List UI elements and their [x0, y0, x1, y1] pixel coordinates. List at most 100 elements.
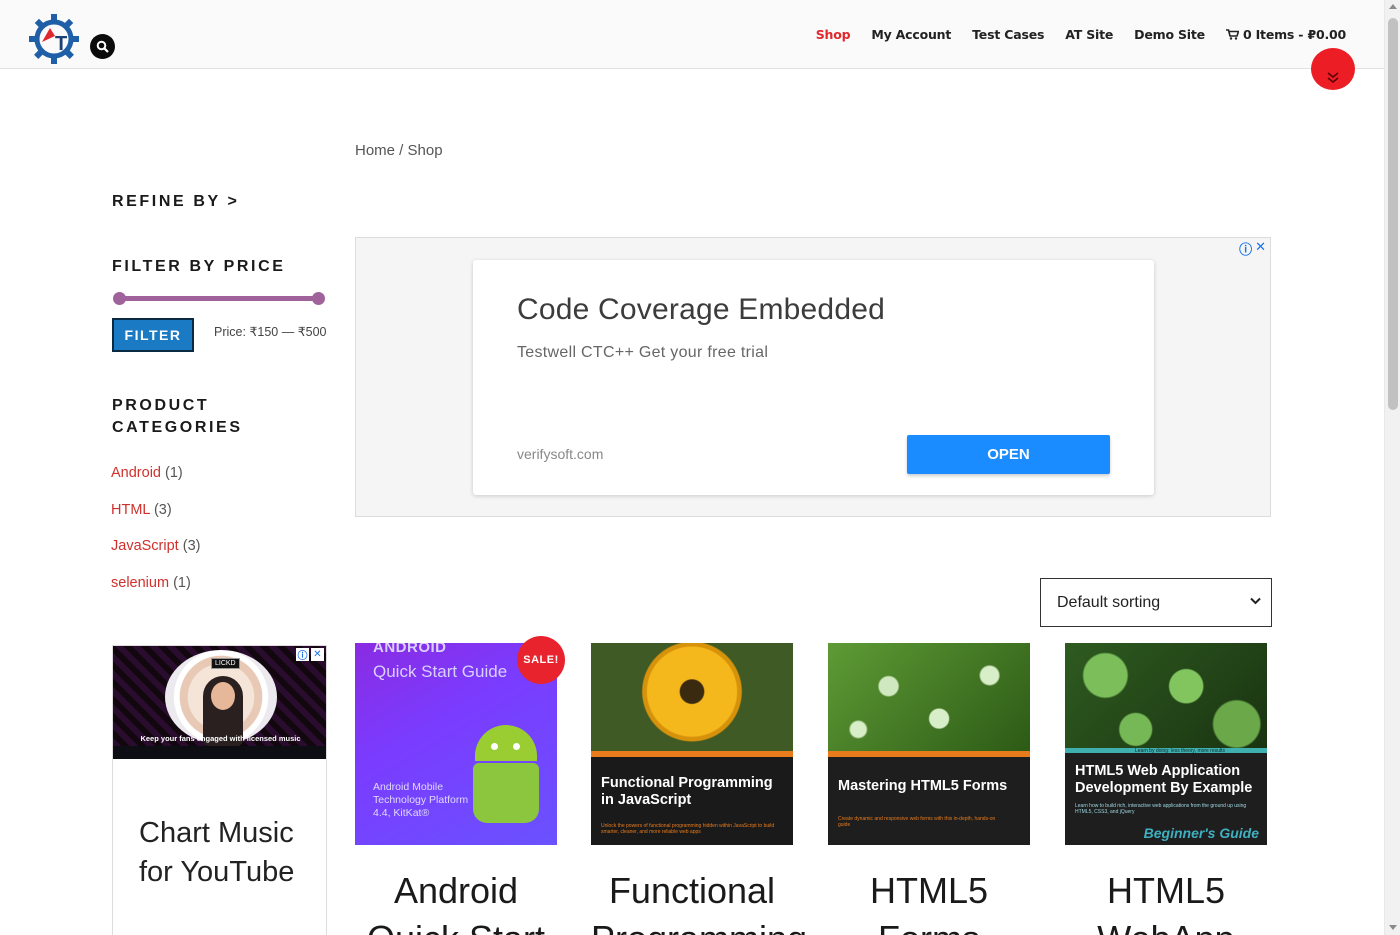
product-card[interactable]: Mastering HTML5 Forms Create dynamic and…: [828, 643, 1030, 935]
nav-shop[interactable]: Shop: [816, 27, 851, 42]
main-advertisement[interactable]: ⓘ ✕ Code Coverage Embedded Testwell CTC+…: [355, 237, 1271, 517]
product-image[interactable]: Mastering HTML5 Forms Create dynamic and…: [828, 643, 1030, 845]
filter-by-price-heading: FILTER BY PRICE: [112, 258, 286, 275]
category-link-android[interactable]: Android: [111, 465, 161, 481]
cover-description: Android Mobile Technology Platform 4.4, …: [373, 781, 469, 819]
page-scrollbar[interactable]: [1384, 0, 1400, 935]
price-min-handle[interactable]: [113, 292, 126, 305]
ad-choices: ⓘ ✕: [1239, 239, 1266, 258]
ad-choices: ⓘ ✕: [296, 648, 324, 662]
cover-description: Create dynamic and responsive web forms …: [838, 816, 996, 828]
main-nav: Shop My Account Test Cases AT Site Demo …: [816, 27, 1346, 42]
ad-info-icon[interactable]: ⓘ: [296, 648, 309, 662]
price-range-value: ₹150 — ₹500: [249, 325, 327, 339]
nav-at-site[interactable]: AT Site: [1065, 27, 1113, 42]
product-title-line2[interactable]: WebApp: [1065, 918, 1267, 935]
product-title[interactable]: Android: [355, 870, 557, 912]
category-link-html[interactable]: HTML: [111, 502, 150, 518]
cover-title: Functional Programming in JavaScript: [601, 775, 773, 808]
breadcrumb-current: Shop: [407, 142, 443, 159]
product-title[interactable]: HTML5: [828, 870, 1030, 912]
search-button[interactable]: [90, 34, 115, 59]
price-range-slider[interactable]: [113, 292, 325, 305]
nav-cart[interactable]: 0 Items - ₽0.00: [1225, 27, 1346, 42]
scroll-up-arrow[interactable]: [1389, 4, 1397, 9]
ad-info-icon[interactable]: ⓘ: [1239, 239, 1252, 258]
product-title[interactable]: HTML5: [1065, 870, 1267, 912]
cover-band: [591, 751, 793, 757]
ad-card[interactable]: Code Coverage Embedded Testwell CTC++ Ge…: [473, 260, 1154, 495]
ad-headline[interactable]: Code Coverage Embedded: [517, 293, 885, 327]
ad-close-icon[interactable]: ✕: [311, 648, 324, 661]
cover-guide-label: Beginner's Guide: [1143, 825, 1259, 841]
refine-by-heading[interactable]: REFINE BY >: [112, 191, 239, 213]
ad-title[interactable]: Chart Music for YouTube: [139, 814, 319, 892]
product-image[interactable]: Learn by doing: less theory, more result…: [1065, 643, 1267, 845]
product-title[interactable]: Functional: [591, 870, 793, 912]
search-icon: [96, 40, 109, 53]
cart-summary: 0 Items - ₽0.00: [1242, 27, 1346, 42]
breadcrumb-separator: /: [395, 142, 408, 159]
cover-description: Learn how to build rich, interactive web…: [1075, 803, 1247, 815]
product-image[interactable]: Functional Programming in JavaScript Unl…: [591, 643, 793, 845]
android-robot-head: [475, 725, 537, 761]
scroll-thumb[interactable]: [1388, 18, 1398, 410]
android-robot-body: [473, 763, 539, 823]
product-title-line2[interactable]: Programming: [591, 918, 807, 935]
breadcrumb: Home / Shop: [355, 142, 443, 159]
ad-person-face: [211, 682, 235, 710]
cover-title: Quick Start Guide: [373, 662, 508, 681]
product-card[interactable]: Learn by doing: less theory, more result…: [1065, 643, 1267, 935]
nav-test-cases[interactable]: Test Cases: [972, 27, 1044, 42]
filter-button[interactable]: FILTER: [112, 318, 194, 352]
category-count: (3): [153, 501, 172, 518]
category-count: (3): [182, 538, 201, 555]
breadcrumb-home[interactable]: Home: [355, 142, 395, 159]
sale-badge: SALE!: [517, 636, 565, 684]
category-link-selenium[interactable]: selenium: [111, 575, 169, 591]
product-title-line2[interactable]: Quick Start: [355, 918, 557, 935]
scroll-down-arrow[interactable]: [1389, 925, 1397, 930]
cover-title: Mastering HTML5 Forms: [838, 778, 1008, 794]
site-header: T Shop My Account Test Cases AT Site Dem…: [0, 0, 1384, 69]
category-link-javascript[interactable]: JavaScript: [111, 538, 179, 554]
site-logo[interactable]: T: [28, 12, 80, 64]
ad-image[interactable]: LICKD Keep your fans engaged with licens…: [113, 646, 326, 759]
price-prefix: Price:: [214, 325, 250, 339]
chevron-double-down-icon: [1327, 72, 1339, 83]
svg-text:T: T: [55, 33, 67, 55]
ad-brand-tag: LICKD: [211, 658, 240, 669]
cover-description: Unlock the powers of functional programm…: [601, 823, 775, 835]
price-max-handle[interactable]: [312, 292, 325, 305]
list-item: selenium (1): [111, 575, 200, 612]
sorting-selected: Default sorting: [1057, 593, 1161, 611]
price-range-label: Price: ₹150 — ₹500: [214, 324, 327, 339]
cover-band-text: Learn by doing: less theory, more result…: [1135, 748, 1225, 754]
sorting-select[interactable]: Default sorting: [1040, 578, 1272, 627]
category-count: (1): [165, 465, 183, 481]
list-item: JavaScript (3): [111, 538, 200, 575]
categories-heading-line2: CATEGORIES: [112, 419, 243, 436]
nav-my-account[interactable]: My Account: [871, 27, 951, 42]
nav-demo-site[interactable]: Demo Site: [1134, 27, 1205, 42]
product-title-line2[interactable]: Forms: [828, 918, 1030, 935]
lily-pads-photo: [1065, 643, 1267, 751]
ad-domain[interactable]: verifysoft.com: [517, 446, 603, 462]
category-list: Android (1) HTML (3) JavaScript (3) sele…: [111, 465, 200, 612]
ad-image-caption: Keep your fans engaged with licensed mus…: [140, 734, 301, 743]
water-drops-photo: [828, 643, 1030, 751]
ad-close-icon[interactable]: ✕: [1255, 239, 1266, 258]
category-count: (1): [173, 575, 191, 592]
cover-band: [828, 751, 1030, 757]
cover-title: HTML5 Web Application Development By Exa…: [1075, 763, 1253, 796]
logo-gear-icon: T: [29, 14, 79, 64]
list-item: Android (1): [111, 465, 200, 502]
product-card[interactable]: Functional Programming in JavaScript Unl…: [591, 643, 807, 935]
header-toggle-button[interactable]: [1311, 48, 1355, 90]
ad-description: Testwell CTC++ Get your free trial: [517, 344, 769, 361]
sunflower-photo: [591, 643, 793, 751]
ad-open-button[interactable]: OPEN: [907, 435, 1110, 474]
product-categories-heading: PRODUCT CATEGORIES: [112, 395, 243, 439]
sidebar-advertisement[interactable]: LICKD Keep your fans engaged with licens…: [112, 645, 327, 935]
cover-series: ANDROID: [373, 643, 447, 656]
